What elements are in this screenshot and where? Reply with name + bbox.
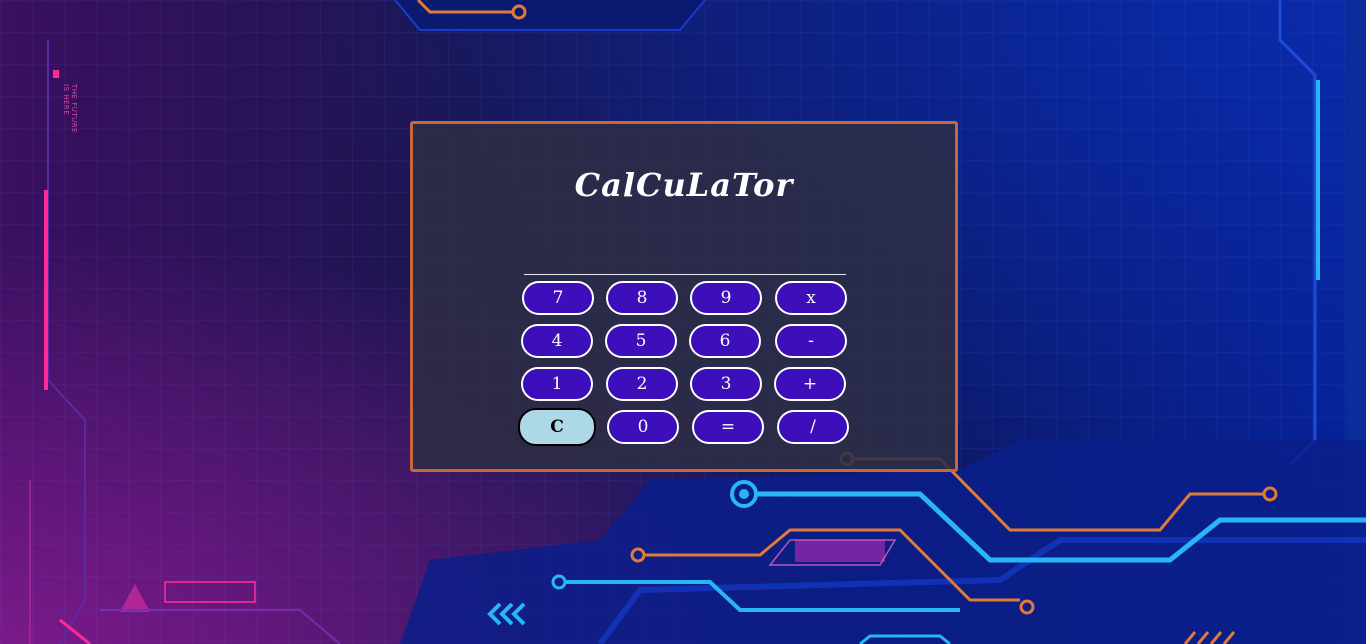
key-multiply[interactable]: x: [775, 281, 847, 315]
key-4[interactable]: 4: [521, 324, 593, 358]
key-add[interactable]: +: [774, 367, 846, 401]
key-2[interactable]: 2: [606, 367, 678, 401]
side-label-line-1: THE FUTURE: [70, 84, 78, 134]
key-7[interactable]: 7: [522, 281, 594, 315]
key-clear[interactable]: C: [518, 408, 596, 446]
key-subtract[interactable]: -: [775, 324, 847, 358]
key-8[interactable]: 8: [606, 281, 678, 315]
key-0[interactable]: 0: [607, 410, 679, 444]
key-3[interactable]: 3: [690, 367, 762, 401]
key-divide[interactable]: /: [777, 410, 849, 444]
calculator-panel: CalCuLaTor 7 8 9 x 4 5 6 - 1 2 3 + C 0 =…: [410, 121, 958, 472]
key-6[interactable]: 6: [689, 324, 761, 358]
key-5[interactable]: 5: [605, 324, 677, 358]
calculator-display: [524, 274, 846, 275]
key-9[interactable]: 9: [690, 281, 762, 315]
key-1[interactable]: 1: [521, 367, 593, 401]
calculator-title: CalCuLaTor: [574, 166, 794, 204]
side-label-text: THE FUTURE IS HERE: [62, 84, 78, 133]
key-equals[interactable]: =: [692, 410, 764, 444]
side-label-line-2: IS HERE: [62, 84, 70, 116]
